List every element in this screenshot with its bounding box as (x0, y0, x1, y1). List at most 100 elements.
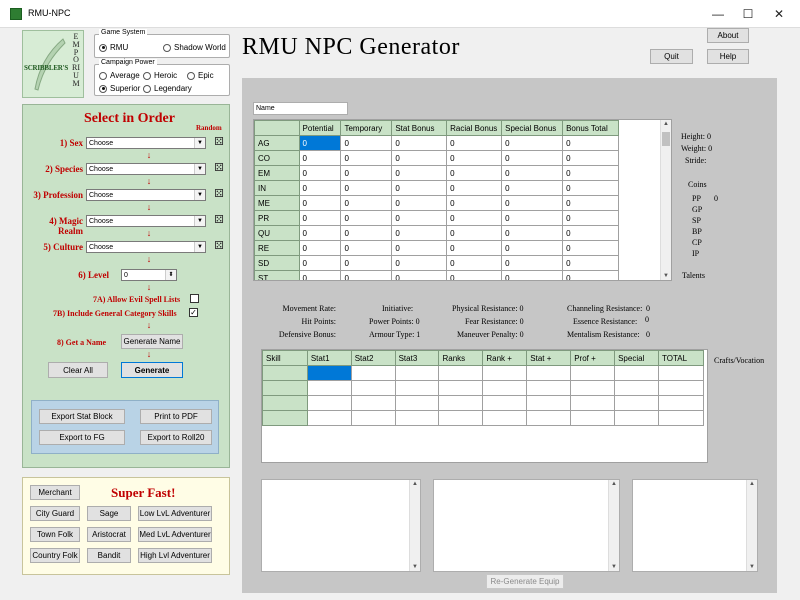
window-titlebar: RMU-NPC — ☐ ✕ (0, 0, 800, 28)
channeling-resistance-value: 0 (646, 304, 650, 313)
fear-resistance-label: Fear Resistance: 0 (465, 317, 524, 326)
main-panel: Name Potential Temporary Stat Bonus Raci… (242, 78, 777, 593)
scroll-up-icon[interactable]: ▲ (609, 481, 619, 487)
skills-header-special: Special (614, 350, 659, 366)
stats-header-racial-bonus: Racial Bonus (446, 120, 503, 136)
stats-header-special-bonus: Special Bonus (501, 120, 564, 136)
table-row (262, 410, 704, 426)
radio-shadow-world[interactable]: Shadow World (163, 43, 226, 52)
radio-rmu[interactable]: RMU (99, 43, 128, 52)
magic-realm-select[interactable]: Choose ▼ (86, 215, 206, 227)
bandit-button[interactable]: Bandit (87, 548, 131, 563)
quit-button[interactable]: Quit (650, 49, 693, 64)
random-species-dice-icon[interactable]: ⚄ (212, 162, 226, 175)
arrow-down-icon: ↓ (146, 228, 152, 238)
coins-title: Coins (688, 180, 707, 189)
allow-evil-label: 7A) Allow Evil Spell Lists (93, 295, 181, 304)
scribblers-emporium-logo: SCRIBBLER'S EMPORIUM (22, 30, 84, 98)
radio-legendary[interactable]: Legendary (143, 84, 192, 93)
stride-label: Stride: (685, 156, 707, 165)
scroll-up-icon[interactable]: ▲ (661, 121, 671, 127)
stats-header-bonus-total: Bonus Total (562, 120, 619, 136)
scroll-up-icon[interactable]: ▲ (410, 481, 420, 487)
right-textbox-scrollbar[interactable]: ▲ ▼ (746, 480, 757, 571)
regenerate-equip-button[interactable]: Re-Generate Equip (486, 574, 564, 589)
generate-button[interactable]: Generate (121, 362, 183, 378)
random-sex-dice-icon[interactable]: ⚄ (212, 136, 226, 149)
generate-name-button[interactable]: Generate Name (121, 334, 183, 349)
export-to-fg-button[interactable]: Export to FG (39, 430, 125, 445)
stats-header-temporary: Temporary (340, 120, 393, 136)
chevron-down-icon: ▼ (194, 216, 205, 226)
table-row (262, 365, 704, 381)
arrow-down-icon: ↓ (146, 150, 152, 160)
low-level-adventurer-button[interactable]: Low LvL Adventurer (138, 506, 212, 521)
country-folk-button[interactable]: Country Folk (30, 548, 80, 563)
coin-sp-label: SP (692, 216, 701, 225)
sage-button[interactable]: Sage (87, 506, 131, 521)
species-select[interactable]: Choose ▼ (86, 163, 206, 175)
scroll-down-icon[interactable]: ▼ (661, 273, 671, 279)
general-category-checkbox[interactable]: ✓ (189, 308, 198, 317)
scroll-up-icon[interactable]: ▲ (747, 481, 757, 487)
scroll-down-icon[interactable]: ▼ (410, 564, 420, 570)
scroll-down-icon[interactable]: ▼ (747, 564, 757, 570)
campaign-power-label: Campaign Power (99, 59, 157, 66)
random-magic-realm-dice-icon[interactable]: ⚄ (212, 214, 226, 227)
middle-textbox-scrollbar[interactable]: ▲ ▼ (608, 480, 619, 571)
about-button[interactable]: About (707, 28, 749, 43)
town-folk-button[interactable]: Town Folk (30, 527, 80, 542)
game-system-group: Game System RMU Shadow World (94, 29, 230, 58)
profession-select[interactable]: Choose ▼ (86, 189, 206, 201)
allow-evil-checkbox[interactable] (190, 294, 199, 303)
skills-table: Skill Stat1 Stat2 Stat3 Ranks Rank + Sta… (262, 350, 704, 426)
close-button[interactable]: ✕ (764, 4, 794, 24)
step-species-label: 2) Species (45, 164, 83, 174)
clear-all-button[interactable]: Clear All (48, 362, 108, 378)
radio-average[interactable]: Average (99, 71, 140, 80)
left-textbox-scrollbar[interactable]: ▲ ▼ (409, 480, 420, 571)
city-guard-button[interactable]: City Guard (30, 506, 80, 521)
export-panel: Export Stat Block Print to PDF Export to… (31, 400, 219, 454)
notes-textbox-right[interactable]: ▲ ▼ (632, 479, 758, 572)
scroll-down-icon[interactable]: ▼ (609, 564, 619, 570)
radio-heroic[interactable]: Heroic (143, 71, 177, 80)
print-to-pdf-button[interactable]: Print to PDF (140, 409, 212, 424)
stat-cell-selected[interactable]: 0 (298, 135, 342, 151)
radio-superior[interactable]: Superior (99, 84, 140, 93)
notes-textbox-left[interactable]: ▲ ▼ (261, 479, 421, 572)
skills-header-stat-plus: Stat + (526, 350, 572, 366)
game-system-label: Game System (99, 29, 148, 36)
essence-resistance-value: 0 (645, 315, 649, 324)
notes-textbox-middle[interactable]: ▲ ▼ (433, 479, 620, 572)
maximize-button[interactable]: ☐ (733, 4, 763, 24)
coin-gp-label: GP (692, 205, 703, 214)
skill-cell-selected[interactable] (306, 365, 352, 381)
power-points-label: Power Points: 0 (369, 317, 420, 326)
coin-cp-label: CP (692, 238, 702, 247)
aristocrat-button[interactable]: Aristocrat (87, 527, 131, 542)
random-culture-dice-icon[interactable]: ⚄ (212, 240, 226, 253)
stats-header-stat-bonus: Stat Bonus (391, 120, 448, 136)
minimize-button[interactable]: — (703, 4, 733, 24)
export-to-roll20-button[interactable]: Export to Roll20 (140, 430, 212, 445)
table-row: ME 0 0 0 0 0 0 (254, 195, 619, 211)
radio-epic[interactable]: Epic (187, 71, 214, 80)
random-profession-dice-icon[interactable]: ⚄ (212, 188, 226, 201)
high-level-adventurer-button[interactable]: High Lvl Adventurer (138, 548, 212, 563)
arrow-down-icon: ↓ (146, 282, 152, 292)
sex-select[interactable]: Choose ▼ (86, 137, 206, 149)
table-row: IN 0 0 0 0 0 0 (254, 180, 619, 196)
export-stat-block-button[interactable]: Export Stat Block (39, 409, 125, 424)
stepper-arrows-icon[interactable]: ⬍ (165, 270, 176, 280)
logo-side-text: SCRIBBLER'S (24, 64, 69, 72)
stats-scrollbar[interactable]: ▲ ▼ (660, 120, 671, 280)
super-fast-panel: Super Fast! Merchant City Guard Sage Low… (22, 477, 230, 575)
merchant-button[interactable]: Merchant (30, 485, 80, 500)
help-button[interactable]: Help (707, 49, 749, 64)
med-level-adventurer-button[interactable]: Med LvL Adventurer (138, 527, 212, 542)
level-stepper[interactable]: 0 ⬍ (121, 269, 177, 281)
culture-select[interactable]: Choose ▼ (86, 241, 206, 253)
table-row: AG 0 0 0 0 0 0 (254, 135, 619, 151)
name-input[interactable]: Name (253, 102, 348, 115)
